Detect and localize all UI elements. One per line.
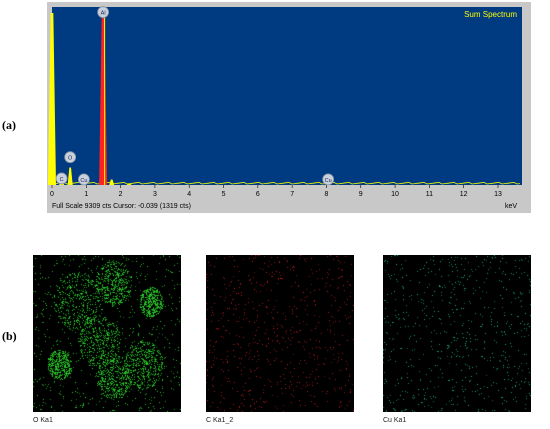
x-tick-label-6: 6 (256, 191, 260, 198)
element-marker-o-1: O (64, 151, 77, 164)
panel-label-b: (b) (2, 329, 17, 343)
ticks-layer: 0 1 2 3 4 5 6 7 8 9 10 11 12 13 (50, 185, 502, 198)
map-caption-cu: Cu Ka1 (383, 417, 407, 424)
x-tick-label-10: 10 (391, 191, 399, 198)
element-marker-cu-4: Cu (322, 173, 335, 186)
map-caption-o: O Ka1 (33, 417, 53, 424)
x-tick-label-11: 11 (426, 191, 433, 198)
footer-readout: Full Scale 9309 cts Cursor: -0.039 (1319… (52, 203, 191, 210)
map-cu-ka1 (383, 255, 531, 412)
element-marker-label: Cu (80, 178, 87, 184)
x-tick-label-0: 0 (50, 191, 54, 198)
panel-label-a: (a) (2, 118, 16, 132)
map-canvas-1 (206, 255, 354, 412)
element-marker-al-3: Al (97, 6, 110, 19)
x-tick-label-8: 8 (324, 191, 328, 198)
element-marker-label: Al (101, 11, 106, 17)
element-marker-c-0: C (55, 172, 68, 185)
x-tick-label-3: 3 (153, 191, 157, 198)
map-caption-c: C Ka1_2 (206, 417, 234, 424)
plot-area (52, 7, 522, 185)
element-marker-label: O (68, 156, 73, 162)
chart-title: Sum Spectrum (464, 10, 517, 19)
map-c-ka1 (206, 255, 354, 412)
x-tick-label-7: 7 (290, 191, 294, 198)
map-canvas-0 (33, 255, 181, 412)
x-tick-label-2: 2 (119, 191, 123, 198)
spectrum-chart: Sum Spectrum C O Cu Al Cu 0 1 2 3 4 5 6 7 8 9 10 11 12 13… (47, 2, 531, 213)
x-tick-label-9: 9 (359, 191, 363, 198)
map-canvas-2 (383, 255, 531, 412)
element-marker-label: Cu (325, 178, 332, 184)
x-axis-label: keV (505, 203, 517, 210)
spectrum-svg: Sum Spectrum COCuAlCu 0 1 2 3 4 5 6 7 8 9 10 11 12 13… (48, 6, 522, 210)
x-tick-label-4: 4 (187, 191, 191, 198)
x-tick-label-1: 1 (84, 191, 88, 198)
x-tick-label-13: 13 (494, 191, 502, 198)
element-marker-cu-2: Cu (78, 173, 90, 186)
map-o-ka1 (33, 255, 181, 412)
element-marker-label: C (60, 177, 64, 183)
x-tick-label-12: 12 (460, 191, 468, 198)
x-tick-label-5: 5 (222, 191, 226, 198)
